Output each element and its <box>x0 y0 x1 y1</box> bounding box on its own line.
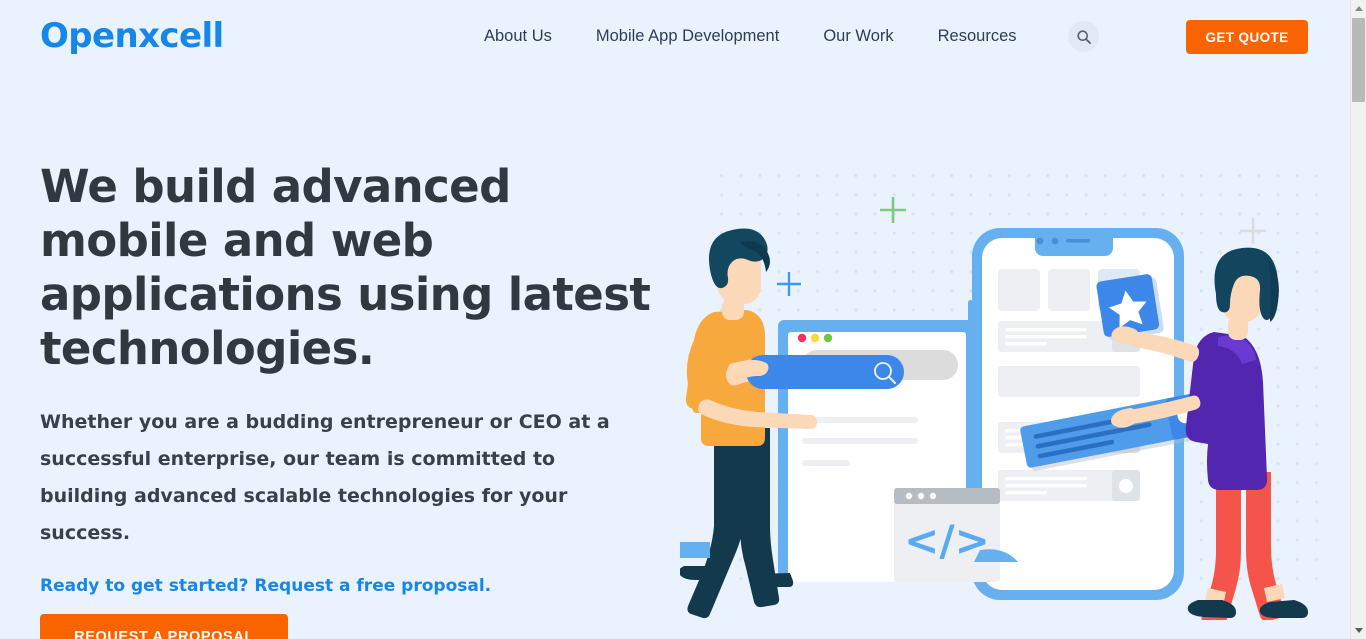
site-logo[interactable]: Openxcell <box>40 16 224 56</box>
hero-subtitle: Whether you are a budding entrepreneur o… <box>40 411 610 544</box>
search-glyph <box>1076 29 1091 44</box>
hero-illustration: </> <box>680 150 1340 620</box>
main-navigation: About Us Mobile App Development Our Work… <box>484 24 1017 48</box>
browser-dot-red <box>797 333 807 343</box>
page-title: We build advanced mobile and web applica… <box>40 160 651 375</box>
scroll-up-arrow-glyph <box>1354 6 1363 11</box>
nav-item-mobile-app-development[interactable]: Mobile App Development <box>596 24 779 48</box>
search-pill <box>746 355 904 389</box>
site-header: Openxcell About Us Mobile App Developmen… <box>0 0 1350 72</box>
scroll-down-arrow[interactable] <box>1351 622 1366 639</box>
scroll-up-arrow[interactable] <box>1351 0 1366 17</box>
nav-item-our-work[interactable]: Our Work <box>823 24 893 48</box>
nav-item-about-us[interactable]: About Us <box>484 24 552 48</box>
nav-item-resources[interactable]: Resources <box>938 24 1017 48</box>
request-free-proposal-link[interactable]: Ready to get started? Request a free pro… <box>40 576 660 596</box>
scroll-thumb[interactable] <box>1352 18 1365 102</box>
request-a-proposal-button[interactable]: REQUEST A PROPOSAL <box>40 614 288 639</box>
scroll-down-arrow-glyph <box>1354 628 1363 633</box>
code-window-mockup: </> <box>894 488 1000 582</box>
illustration-scene: </> <box>680 228 1308 620</box>
page-viewport: Openxcell About Us Mobile App Developmen… <box>0 0 1350 639</box>
search-icon[interactable] <box>1068 21 1099 52</box>
vertical-scrollbar[interactable] <box>1350 0 1366 639</box>
get-quote-button[interactable]: GET QUOTE <box>1186 20 1308 54</box>
browser-dot-green <box>823 333 833 343</box>
hero-text-block: We build advanced mobile and web applica… <box>40 160 660 639</box>
browser-dot-yellow <box>810 333 820 343</box>
